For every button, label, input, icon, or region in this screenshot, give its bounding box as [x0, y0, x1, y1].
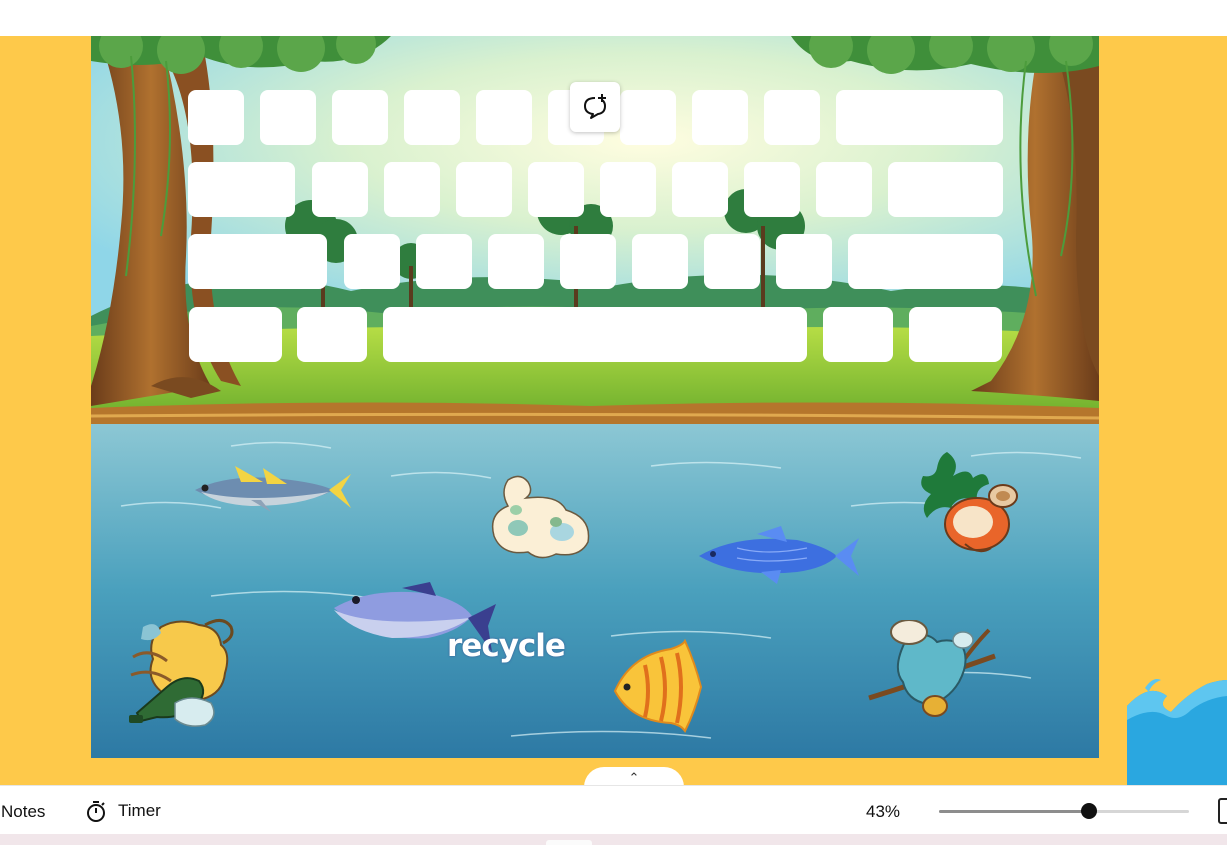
zoom-slider-thumb[interactable]: [1081, 803, 1097, 819]
blank-tile-r1-4[interactable]: [404, 90, 460, 145]
zoom-slider-fill: [939, 810, 1089, 813]
chevron-up-icon: ⌃: [628, 770, 640, 785]
comment-add-icon: [584, 94, 606, 119]
blank-tile-r4-5[interactable]: [909, 307, 1002, 362]
blank-tile-r2-6[interactable]: [600, 162, 656, 217]
blank-tile-r3-4[interactable]: [488, 234, 544, 289]
blank-tile-r1-8[interactable]: [692, 90, 748, 145]
blank-tile-r3-9[interactable]: [848, 234, 1003, 289]
blank-tile-r3-1[interactable]: [188, 234, 327, 289]
angel-fish[interactable]: [611, 639, 711, 735]
notes-button[interactable]: Notes: [1, 802, 45, 822]
page-view-icon[interactable]: [1218, 798, 1227, 824]
plastic-bag-trash[interactable]: [488, 472, 594, 562]
blue-fish[interactable]: [697, 524, 861, 586]
blank-tile-r3-6[interactable]: [632, 234, 688, 289]
blank-tile-r1-1[interactable]: [188, 90, 244, 145]
blank-tile-r4-1[interactable]: [189, 307, 282, 362]
blank-tile-r3-2[interactable]: [344, 234, 400, 289]
blank-tile-r1-5[interactable]: [476, 90, 532, 145]
blank-tile-r1-2[interactable]: [260, 90, 316, 145]
browser-bottom-strip: [0, 834, 1227, 845]
blank-tile-r2-2[interactable]: [312, 162, 368, 217]
top-bar: [0, 0, 1227, 36]
blank-tile-r1-3[interactable]: [332, 90, 388, 145]
blank-tile-r2-5[interactable]: [528, 162, 584, 217]
pouch-twig-trash[interactable]: [867, 620, 1005, 720]
blank-tile-r2-10[interactable]: [888, 162, 1003, 217]
blank-tile-r3-7[interactable]: [704, 234, 760, 289]
add-comment-button[interactable]: [570, 82, 620, 132]
blank-tile-r1-9[interactable]: [764, 90, 820, 145]
blank-tile-r4-4[interactable]: [823, 307, 893, 362]
bottom-toolbar: Notes Timer 43%: [0, 785, 1227, 834]
editor-workspace: recycle: [0, 36, 1227, 785]
blank-tile-r3-5[interactable]: [560, 234, 616, 289]
zoom-slider[interactable]: [939, 803, 1189, 819]
tuna-fish[interactable]: [191, 460, 353, 518]
slide-canvas[interactable]: recycle: [91, 36, 1099, 758]
blank-tile-r2-8[interactable]: [744, 162, 800, 217]
timer-button[interactable]: Timer: [84, 799, 161, 823]
strip-handle: [546, 840, 592, 845]
blank-tile-r4-3[interactable]: [383, 307, 807, 362]
stopwatch-icon: [87, 801, 105, 822]
blank-tile-r2-4[interactable]: [456, 162, 512, 217]
blank-tile-r1-7[interactable]: [620, 90, 676, 145]
blank-tile-r2-7[interactable]: [672, 162, 728, 217]
blank-tile-r1-10[interactable]: [836, 90, 1003, 145]
blank-tile-r4-2[interactable]: [297, 307, 367, 362]
blank-tile-r3-3[interactable]: [416, 234, 472, 289]
bottle-jug-trash[interactable]: [127, 617, 237, 729]
blank-tile-r2-3[interactable]: [384, 162, 440, 217]
recycle-text[interactable]: recycle: [447, 628, 566, 664]
timer-label: Timer: [118, 801, 161, 820]
blank-tile-r2-1[interactable]: [188, 162, 295, 217]
next-slide-wave[interactable]: [1127, 676, 1227, 785]
seaweed-can-trash[interactable]: [917, 448, 1021, 560]
zoom-percentage[interactable]: 43%: [866, 802, 900, 822]
blank-tile-r3-8[interactable]: [776, 234, 832, 289]
blank-tile-r2-9[interactable]: [816, 162, 872, 217]
